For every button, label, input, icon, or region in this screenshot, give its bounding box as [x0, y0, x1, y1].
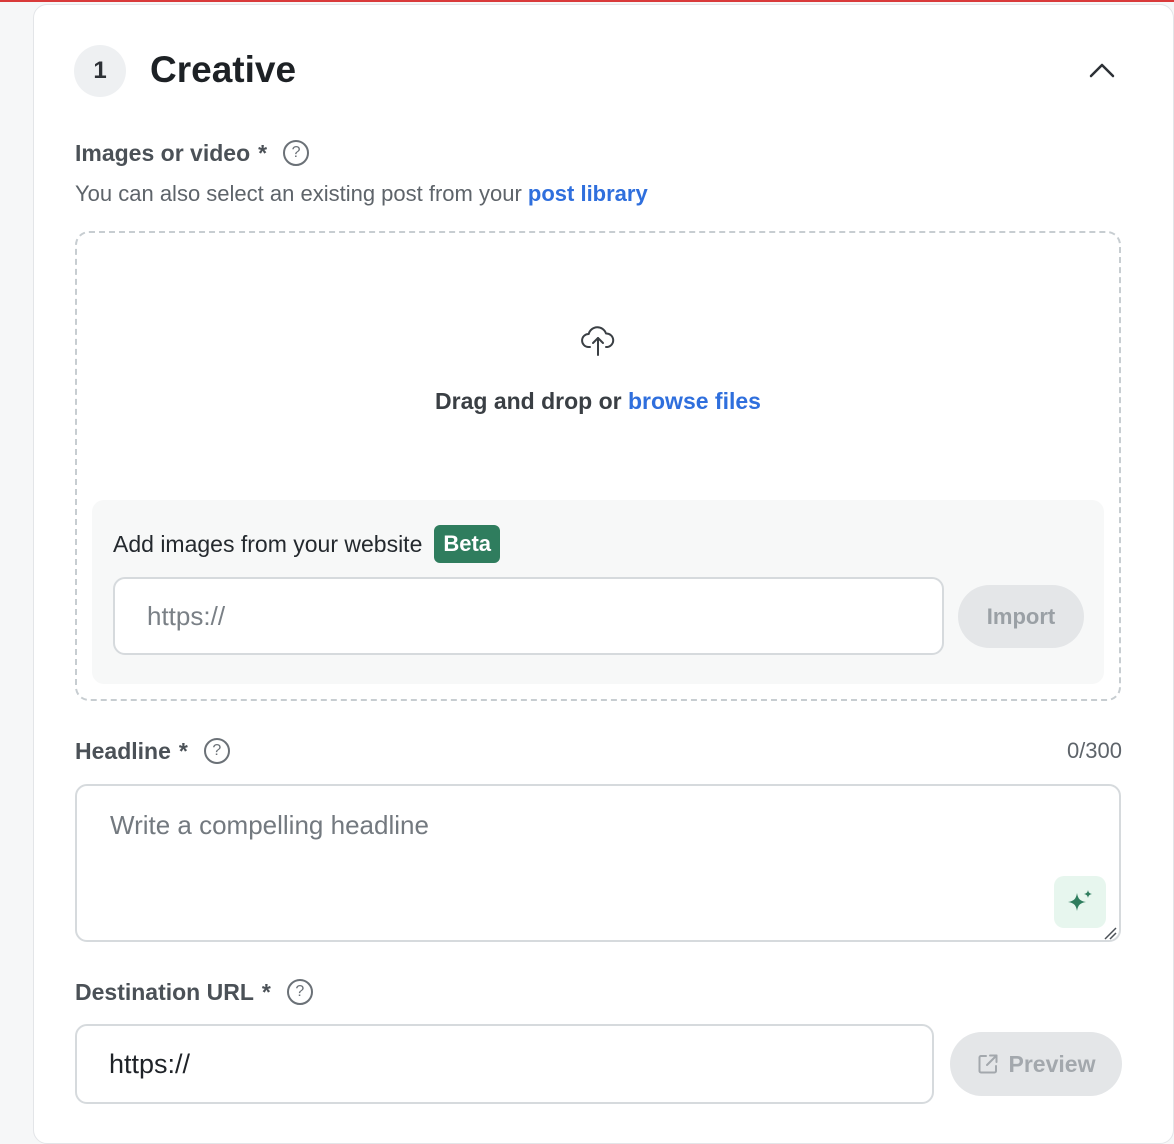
- website-url-input[interactable]: [113, 577, 944, 655]
- required-mark: *: [258, 140, 268, 166]
- help-icon[interactable]: ?: [286, 979, 313, 1005]
- images-label-row: Images or video * ?: [75, 139, 310, 167]
- library-hint: You can also select an existing post fro…: [75, 180, 648, 208]
- external-link-icon: [978, 1054, 998, 1074]
- preview-button[interactable]: Preview: [950, 1032, 1122, 1096]
- step-number-badge: 1: [74, 45, 126, 97]
- drop-instructions: Drag and drop or browse files: [0, 386, 1174, 416]
- destination-label: Destination URL: [75, 979, 254, 1005]
- browse-files-link[interactable]: browse files: [628, 388, 761, 414]
- beta-badge: Beta: [434, 525, 501, 563]
- headline-char-counter: 0/300: [1066, 738, 1122, 763]
- website-import-label-row: Add images from your website Beta: [113, 525, 501, 563]
- destination-url-input[interactable]: [75, 1024, 934, 1104]
- cloud-upload-icon: [581, 326, 615, 356]
- section-title: Creative: [150, 49, 297, 90]
- library-hint-text: You can also select an existing post fro…: [75, 181, 522, 206]
- sparkle-icon: [1068, 890, 1092, 911]
- top-border-line: [0, 0, 1174, 2]
- drop-text: Drag and drop or: [435, 388, 622, 414]
- headline-label-row: Headline * ?: [75, 737, 230, 765]
- images-label: Images or video: [75, 140, 251, 166]
- headline-textarea[interactable]: [75, 784, 1121, 942]
- post-library-link[interactable]: post library: [528, 181, 648, 206]
- website-import-label: Add images from your website: [113, 531, 423, 557]
- resize-handle-icon[interactable]: [1103, 926, 1117, 940]
- step-number: 1: [93, 57, 107, 84]
- ai-generate-button[interactable]: [1054, 876, 1106, 928]
- headline-label: Headline: [75, 738, 171, 764]
- required-mark: *: [261, 979, 271, 1005]
- collapse-button[interactable]: [1082, 52, 1122, 88]
- chevron-up-icon: [1089, 63, 1115, 78]
- preview-label: Preview: [1008, 1050, 1096, 1077]
- destination-label-row: Destination URL * ?: [75, 978, 313, 1006]
- help-icon[interactable]: ?: [203, 738, 230, 764]
- import-button[interactable]: Import: [958, 585, 1084, 648]
- help-icon[interactable]: ?: [283, 140, 310, 166]
- required-mark: *: [178, 738, 188, 764]
